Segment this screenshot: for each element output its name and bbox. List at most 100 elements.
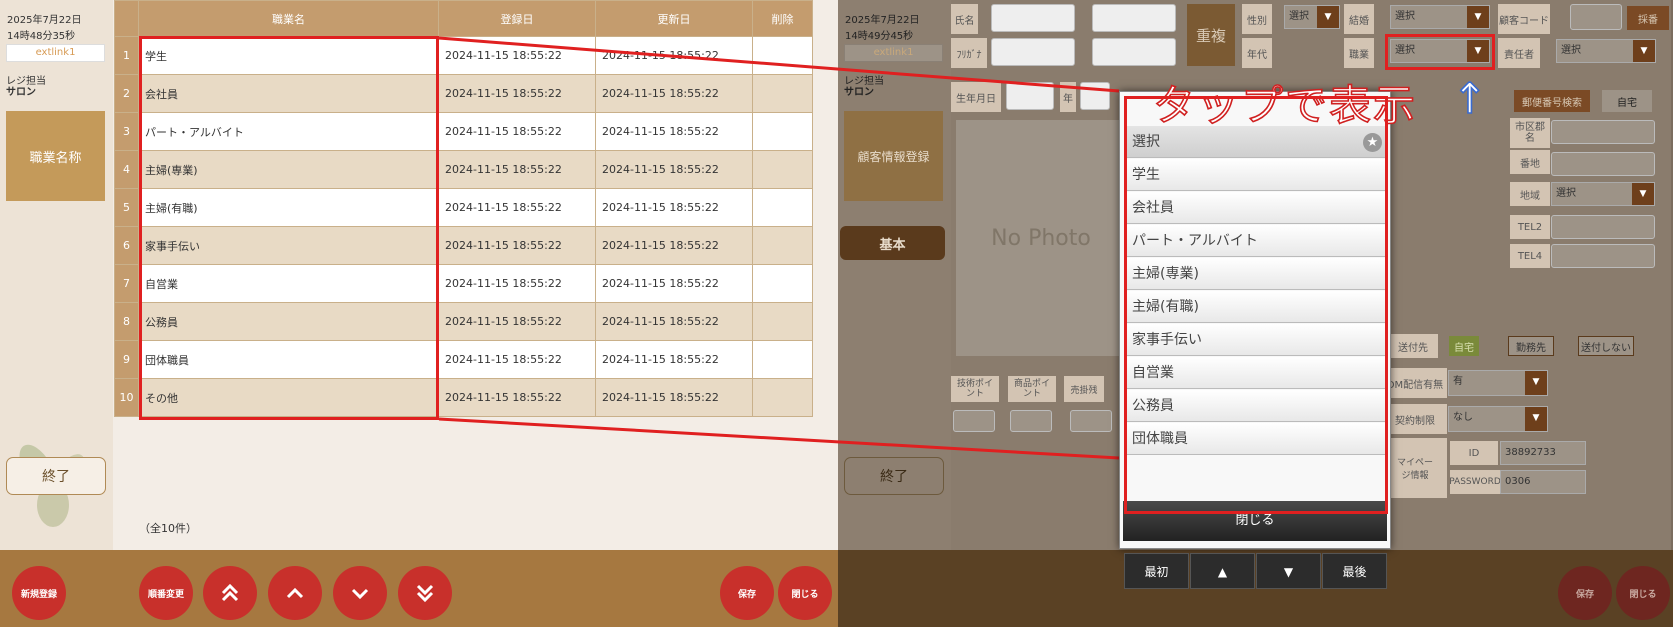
chevron-down-icon[interactable] xyxy=(333,566,387,620)
tel2-input[interactable] xyxy=(1551,215,1655,239)
double-chevron-up-icon[interactable] xyxy=(203,566,257,620)
popup-option[interactable]: 自営業 xyxy=(1124,357,1388,389)
zip-search-button[interactable]: 郵便番号検索 xyxy=(1514,90,1590,112)
popup-last-button[interactable]: 最後 xyxy=(1322,553,1387,589)
label-birthday: 生年月日 xyxy=(951,82,1001,112)
end-button[interactable]: 終了 xyxy=(6,457,106,495)
left-sidebar: 2025年7月22日 14時48分35秒 extlink1 レジ担当 サロン 職… xyxy=(0,0,113,550)
delete-cell[interactable] xyxy=(752,302,813,341)
delivery-select-value: 有 xyxy=(1453,376,1463,387)
label-job: 職業 xyxy=(1344,38,1374,68)
time-label: 14時48分35秒 xyxy=(7,31,76,42)
created-cell: 2024-11-15 18:55:22 xyxy=(438,378,596,417)
row-number: 3 xyxy=(114,112,139,151)
job-select-highlight xyxy=(1385,34,1495,70)
duplicate-button[interactable]: 重複 xyxy=(1187,4,1235,66)
product-point-input[interactable] xyxy=(1010,410,1052,432)
assign-number-button[interactable]: 採番 xyxy=(1627,6,1669,30)
save-button[interactable]: 保存 xyxy=(1558,566,1612,620)
end-button[interactable]: 終了 xyxy=(844,457,944,495)
send-none-button[interactable]: 送付しない xyxy=(1578,336,1634,356)
tab-basic[interactable]: 基本 xyxy=(840,226,945,260)
star-icon: ★ xyxy=(1363,133,1382,152)
label-send-to: 送付先 xyxy=(1388,334,1438,358)
password-value[interactable]: 0306 xyxy=(1500,470,1586,494)
first-kana-input[interactable] xyxy=(1092,38,1176,66)
label-year: 年 xyxy=(1060,82,1076,112)
header-delete: 削除 xyxy=(752,0,813,37)
created-cell: 2024-11-15 18:55:22 xyxy=(438,150,596,189)
popup-option[interactable]: 家事手伝い xyxy=(1124,324,1388,356)
dropdown-arrow-icon: ▼ xyxy=(1525,371,1547,395)
dropdown-arrow-icon: ▼ xyxy=(1467,6,1489,28)
double-chevron-down-icon[interactable] xyxy=(398,566,452,620)
popup-first-button[interactable]: 最初 xyxy=(1124,553,1189,589)
delete-cell[interactable] xyxy=(752,226,813,265)
delivery-select[interactable]: 有 ▼ xyxy=(1448,370,1548,396)
delete-cell[interactable] xyxy=(752,188,813,227)
label-age: 年代 xyxy=(1242,38,1272,68)
row-number: 4 xyxy=(114,150,139,189)
close-button[interactable]: 閉じる xyxy=(778,566,832,620)
label-tel2: TEL2 xyxy=(1510,215,1550,239)
popup-option[interactable]: 主婦(有職) xyxy=(1124,291,1388,323)
gender-select[interactable]: 選択 ▼ xyxy=(1284,5,1340,29)
new-register-button[interactable]: 新規登録 xyxy=(12,566,66,620)
created-cell: 2024-11-15 18:55:22 xyxy=(438,74,596,113)
popup-up-button[interactable]: ▲ xyxy=(1190,553,1255,589)
close-button[interactable]: 閉じる xyxy=(1616,566,1670,620)
birthday-year-input[interactable] xyxy=(1006,82,1054,110)
created-cell: 2024-11-15 18:55:22 xyxy=(438,36,596,75)
manager-select-value: 選択 xyxy=(1561,45,1581,56)
last-kana-input[interactable] xyxy=(991,38,1075,66)
address-no-input[interactable] xyxy=(1551,152,1655,176)
popup-option[interactable]: 公務員 xyxy=(1124,390,1388,422)
marriage-select[interactable]: 選択 ▼ xyxy=(1390,5,1490,29)
created-cell: 2024-11-15 18:55:22 xyxy=(438,302,596,341)
contract-select[interactable]: なし ▼ xyxy=(1448,406,1548,432)
reorder-button[interactable]: 順番変更 xyxy=(139,566,193,620)
no-photo-placeholder: No Photo xyxy=(956,120,1126,356)
delete-cell[interactable] xyxy=(752,340,813,379)
popup-option[interactable]: 主婦(専業) xyxy=(1124,258,1388,290)
send-home-button[interactable]: 自宅 xyxy=(1449,336,1479,356)
popup-option[interactable]: 団体職員 xyxy=(1124,423,1388,455)
popup-close-button[interactable]: 閉じる xyxy=(1123,501,1387,541)
tel4-input[interactable] xyxy=(1551,244,1655,268)
label-delivery: DM配信有無 xyxy=(1383,368,1447,398)
delete-cell[interactable] xyxy=(752,36,813,75)
updated-cell: 2024-11-15 18:55:22 xyxy=(595,74,753,113)
popup-down-button[interactable]: ▼ xyxy=(1256,553,1321,589)
delete-cell[interactable] xyxy=(752,150,813,189)
delete-cell[interactable] xyxy=(752,74,813,113)
first-name-input[interactable] xyxy=(1092,4,1176,32)
delete-cell[interactable] xyxy=(752,264,813,303)
label-tech-point: 技術ポイント xyxy=(951,376,999,402)
header-occupation-name: 職業名 xyxy=(138,0,439,37)
updated-cell: 2024-11-15 18:55:22 xyxy=(595,378,753,417)
sales-input[interactable] xyxy=(1070,410,1112,432)
last-name-input[interactable] xyxy=(991,4,1075,32)
chevron-up-icon[interactable] xyxy=(268,566,322,620)
popup-option[interactable]: 会社員 xyxy=(1124,192,1388,224)
tech-point-input[interactable] xyxy=(953,410,995,432)
section-title-customer: 顧客情報登録 xyxy=(844,111,943,201)
popup-option[interactable]: 学生 xyxy=(1124,159,1388,191)
save-button[interactable]: 保存 xyxy=(720,566,774,620)
store-link[interactable]: extlink1 xyxy=(6,44,105,62)
city-input[interactable] xyxy=(1551,120,1655,144)
manager-select[interactable]: 選択 ▼ xyxy=(1556,39,1656,63)
delete-cell[interactable] xyxy=(752,378,813,417)
delete-cell[interactable] xyxy=(752,112,813,151)
id-value[interactable]: 38892733 xyxy=(1500,441,1586,465)
popup-option[interactable]: パート・アルバイト xyxy=(1124,225,1388,257)
header-number xyxy=(114,0,139,37)
store-link[interactable]: extlink1 xyxy=(844,44,943,62)
birthday-month-input[interactable] xyxy=(1080,82,1110,110)
label-marriage: 結婚 xyxy=(1344,4,1374,34)
label-password: PASSWORD xyxy=(1449,470,1501,494)
customer-code-input[interactable] xyxy=(1570,4,1622,30)
home-button[interactable]: 自宅 xyxy=(1602,90,1652,112)
region-select[interactable]: 選択 ▼ xyxy=(1551,182,1655,206)
send-work-button[interactable]: 勤務先 xyxy=(1508,336,1554,356)
